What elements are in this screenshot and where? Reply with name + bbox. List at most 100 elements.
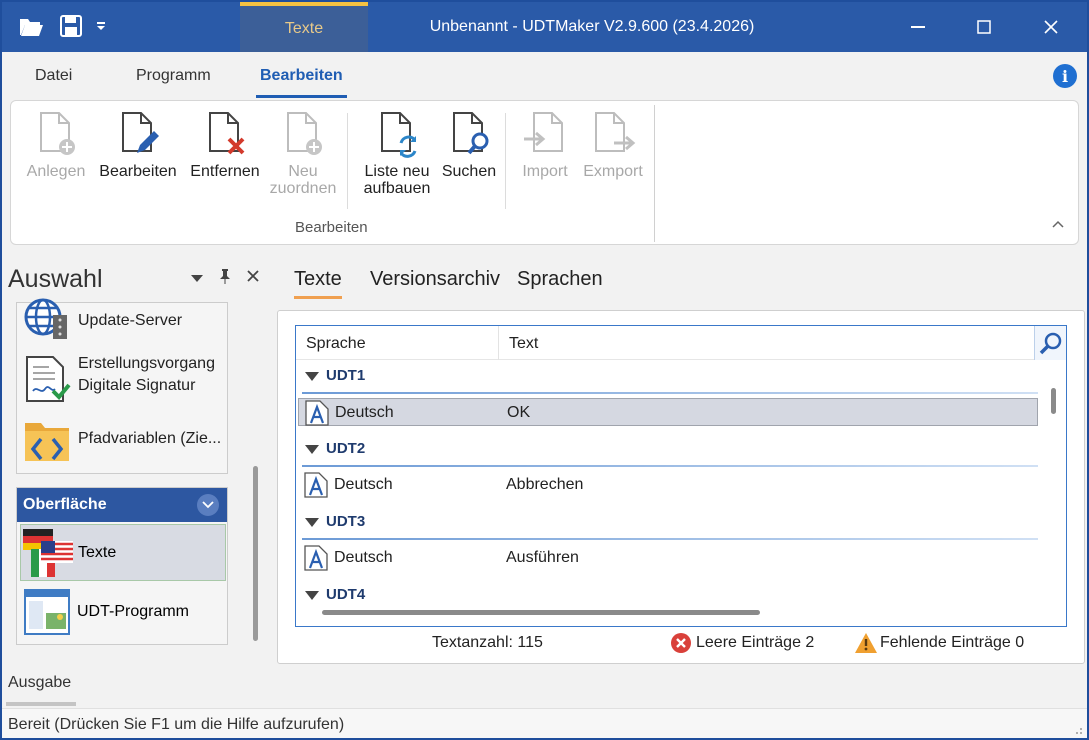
group-title: UDT3: [326, 513, 366, 530]
group-row-udt1[interactable]: UDT1: [296, 362, 1040, 398]
tab-versionsarchiv[interactable]: Versionsarchiv: [370, 268, 500, 291]
group-divider: [302, 538, 1038, 540]
minimize-icon[interactable]: [885, 2, 951, 52]
text-document-icon: [305, 400, 329, 426]
liste-neu-label-2: aufbauen: [363, 180, 431, 197]
title-bar: Texte Unbenannt - UDTMaker V2.9.600 (23.…: [2, 2, 1087, 52]
pin-icon[interactable]: [219, 268, 231, 289]
bearbeiten-label: Bearbeiten: [99, 163, 177, 180]
suchen-button[interactable]: Suchen: [438, 109, 500, 180]
error-icon: [670, 632, 692, 659]
cell-language: Deutsch: [334, 549, 393, 566]
tab-programm[interactable]: Programm: [136, 67, 211, 85]
program-window-icon: [24, 589, 70, 635]
column-header-sprache[interactable]: Sprache: [306, 335, 366, 353]
cell-language: Deutsch: [335, 404, 394, 421]
search-document-icon: [453, 112, 489, 155]
missing-entries: Fehlende Einträge 0: [880, 634, 1025, 651]
search-icon[interactable]: [1034, 326, 1066, 360]
close-panel-icon[interactable]: [246, 269, 260, 288]
open-folder-icon[interactable]: [16, 11, 46, 41]
group-row-udt2[interactable]: UDT2: [296, 435, 1040, 471]
grid-status-row: Textanzahl: 115 Leere Einträge 2 Fehlend…: [278, 629, 1084, 659]
tab-texte[interactable]: Texte: [294, 268, 342, 299]
warning-icon: [854, 632, 878, 659]
cell-text: Ausführen: [506, 549, 579, 566]
cell-text: OK: [507, 404, 531, 421]
tab-datei[interactable]: Datei: [35, 67, 72, 85]
table-row[interactable]: Deutsch OK: [298, 398, 1038, 426]
oberflaeche-section: Oberfläche Texte UDT-Programm: [16, 487, 228, 645]
suchen-label: Suchen: [441, 163, 497, 180]
chevron-down-icon[interactable]: [197, 494, 219, 516]
export-label: Exmport: [583, 163, 643, 180]
info-icon[interactable]: i: [1053, 64, 1077, 88]
folder-code-icon: [25, 423, 69, 461]
column-separator[interactable]: [498, 326, 499, 360]
tree-item-pfadvariablen[interactable]: Pfadvariablen (Zie...: [23, 415, 227, 465]
panel-scrollbar[interactable]: [253, 466, 258, 641]
content-panel: Sprache Text UDT1 Deutsch OK UDT2 Deutsc…: [277, 310, 1085, 664]
ribbon-panel-divider: [654, 105, 655, 242]
group-title: UDT4: [326, 586, 366, 603]
collapse-triangle-icon[interactable]: [305, 518, 319, 527]
output-panel-tab[interactable]: Ausgabe: [8, 674, 71, 692]
text-grid: Sprache Text UDT1 Deutsch OK UDT2 Deutsc…: [295, 325, 1067, 627]
globe-server-icon: [24, 298, 67, 339]
signature-icon: [26, 356, 71, 402]
import-button[interactable]: Import: [513, 109, 577, 180]
section-item-udt-programm[interactable]: UDT-Programm: [20, 585, 226, 641]
cell-language: Deutsch: [334, 476, 393, 493]
section-item-texte[interactable]: Texte: [20, 524, 226, 581]
tree-item-label: Pfadvariablen (Zie...: [78, 430, 222, 447]
maximize-icon[interactable]: [951, 2, 1017, 52]
flags-icon: [23, 529, 73, 577]
import-icon: [524, 112, 563, 152]
text-count: Textanzahl: 115: [432, 634, 543, 651]
entfernen-label: Entfernen: [190, 163, 260, 180]
neu-zuordnen-label-2: zuordnen: [269, 180, 337, 197]
quick-access-dropdown-icon[interactable]: [86, 11, 116, 41]
tree-item-erstellungsvorgang[interactable]: Erstellungsvorgang Digitale Signatur: [23, 353, 223, 407]
liste-neu-aufbauen-button[interactable]: Liste neu aufbauen: [357, 109, 437, 197]
horizontal-scrollbar[interactable]: [322, 610, 760, 615]
resize-grip-icon[interactable]: [1073, 725, 1083, 735]
group-title: UDT1: [326, 367, 366, 384]
column-header-text[interactable]: Text: [509, 335, 538, 353]
empty-entries: Leere Einträge 2: [696, 634, 815, 651]
tree-item-update-server[interactable]: Update-Server: [23, 298, 223, 345]
export-icon: [595, 112, 636, 152]
group-row-udt3[interactable]: UDT3: [296, 508, 1040, 544]
table-row[interactable]: Deutsch Abbrechen: [298, 471, 1038, 499]
auswahl-panel: Auswahl Update-Server Erstellungsvorgang…: [6, 260, 268, 664]
cell-text: Abbrechen: [506, 476, 584, 493]
collapse-triangle-icon[interactable]: [305, 372, 319, 381]
app-window: Texte Unbenannt - UDTMaker V2.9.600 (23.…: [2, 2, 1087, 738]
entfernen-button[interactable]: Entfernen: [185, 109, 265, 180]
grid-header: Sprache Text: [296, 326, 1066, 360]
add-document-icon: [40, 112, 75, 155]
collapse-triangle-icon[interactable]: [305, 445, 319, 454]
tab-sprachen[interactable]: Sprachen: [517, 268, 603, 291]
anlegen-button[interactable]: Anlegen: [25, 109, 87, 180]
vertical-scrollbar[interactable]: [1051, 388, 1056, 414]
ribbon-separator: [505, 113, 506, 209]
export-button[interactable]: Exmport: [578, 109, 648, 180]
group-divider: [302, 465, 1038, 467]
save-icon[interactable]: [56, 11, 86, 41]
anlegen-label: Anlegen: [26, 163, 86, 180]
dropdown-icon[interactable]: [190, 270, 204, 288]
collapse-triangle-icon[interactable]: [305, 591, 319, 600]
collapse-ribbon-icon[interactable]: [1052, 215, 1064, 231]
neu-zuordnen-button[interactable]: Neu zuordnen: [265, 109, 341, 197]
section-item-label: Texte: [78, 544, 117, 561]
section-header[interactable]: Oberfläche: [17, 488, 227, 522]
table-row[interactable]: Deutsch Ausführen: [298, 544, 1038, 572]
ribbon-separator: [347, 113, 348, 209]
group-title: UDT2: [326, 440, 366, 457]
close-icon[interactable]: [1018, 2, 1084, 52]
section-item-label: UDT-Programm: [77, 603, 190, 620]
tab-bearbeiten[interactable]: Bearbeiten: [256, 67, 347, 98]
bearbeiten-button[interactable]: Bearbeiten: [96, 109, 180, 180]
section-header-label: Oberfläche: [23, 496, 107, 513]
